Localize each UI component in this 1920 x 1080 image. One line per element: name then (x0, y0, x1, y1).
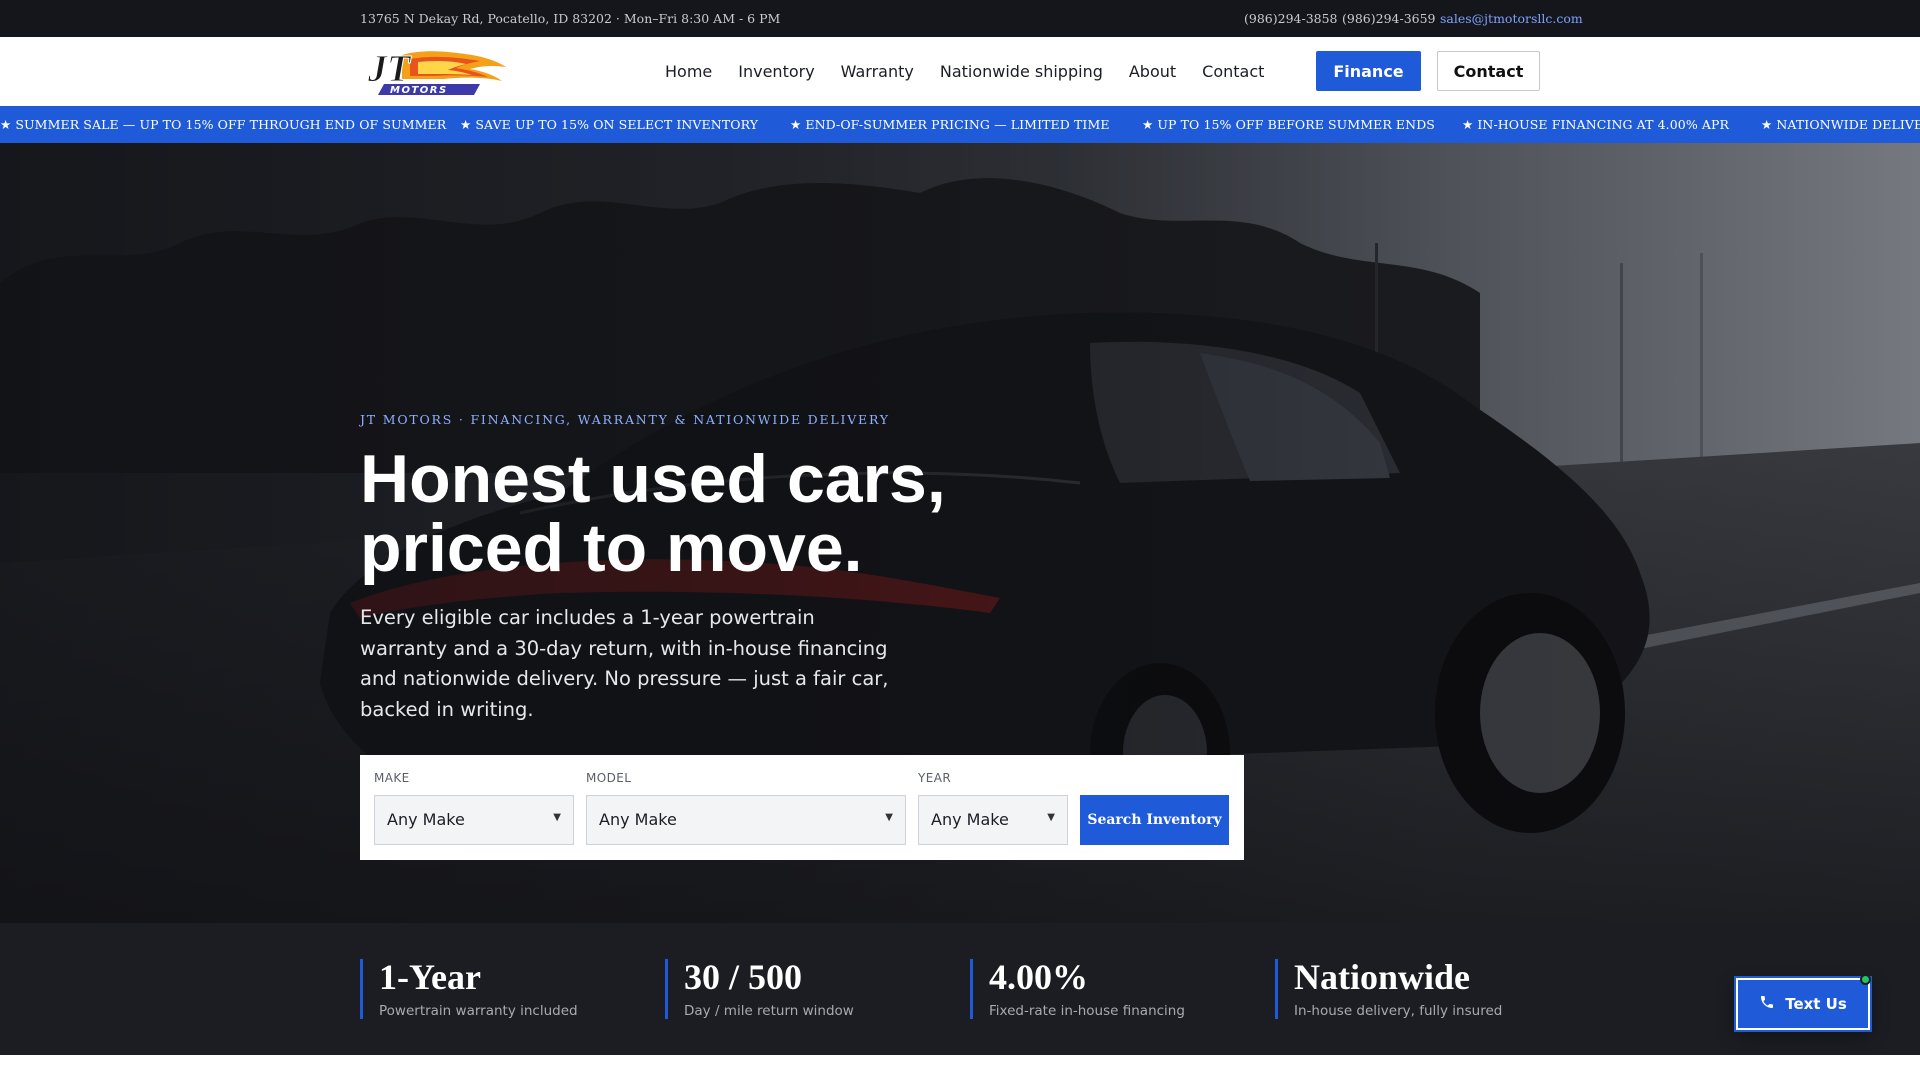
stats-band: 1-Year Powertrain warranty included 30 /… (0, 923, 1920, 1055)
search-inventory-button[interactable]: Search Inventory (1080, 795, 1229, 845)
finance-button[interactable]: Finance (1316, 51, 1421, 91)
stat-caption: In-house delivery, fully insured (1294, 1003, 1503, 1019)
phone-icon (1759, 994, 1775, 1014)
year-select[interactable]: Any Make ▼ (918, 795, 1068, 845)
ticker-item: ★ UP TO 15% OFF BEFORE SUMMER ENDS (1142, 117, 1435, 132)
ticker-item: ★ SAVE UP TO 15% ON SELECT INVENTORY (460, 117, 759, 132)
make-select-value: Any Make (387, 810, 465, 829)
chevron-down-icon: ▼ (1047, 812, 1055, 823)
stat-caption: Powertrain warranty included (379, 1003, 578, 1019)
model-select-value: Any Make (599, 810, 677, 829)
stat-warranty: 1-Year Powertrain warranty included (360, 959, 578, 1019)
main-navbar: JT MOTORS Home Inventory Warranty Nation… (0, 37, 1920, 106)
model-label: MODEL (586, 771, 632, 785)
address-hours: 13765 N Dekay Rd, Pocatello, ID 83202 · … (360, 11, 781, 26)
stat-caption: Day / mile return window (684, 1003, 854, 1019)
nav-about[interactable]: About (1129, 62, 1176, 81)
hero-subcopy: Every eligible car includes a 1-year pow… (360, 606, 889, 721)
online-status-dot (1860, 974, 1871, 985)
stat-return-window: 30 / 500 Day / mile return window (665, 959, 854, 1019)
ticker-item: ★ SUMMER SALE — UP TO 15% OFF THROUGH EN… (0, 117, 447, 132)
stat-value: 4.00% (989, 957, 1088, 997)
chevron-down-icon: ▼ (553, 812, 561, 823)
ticker-item: ★ NATIONWIDE DELIVERY (1761, 117, 1920, 132)
email-link[interactable]: sales@jtmotorsllc.com (1440, 11, 1583, 26)
model-select[interactable]: Any Make ▼ (586, 795, 906, 845)
year-select-value: Any Make (931, 810, 1009, 829)
stat-delivery: Nationwide In-house delivery, fully insu… (1275, 959, 1502, 1019)
phone-link-2[interactable]: (986)294-3659 (1342, 11, 1436, 26)
page-continuation (0, 1055, 1920, 1080)
svg-text:MOTORS: MOTORS (390, 85, 448, 96)
nav-warranty[interactable]: Warranty (841, 62, 914, 81)
jt-motors-logo[interactable]: JT MOTORS (362, 47, 508, 97)
text-us-label: Text Us (1785, 995, 1847, 1013)
stat-financing: 4.00% Fixed-rate in-house financing (970, 959, 1185, 1019)
promo-ticker: ★ SUMMER SALE — UP TO 15% OFF THROUGH EN… (0, 106, 1920, 143)
stat-value: 30 / 500 (684, 957, 803, 997)
nav-contact[interactable]: Contact (1202, 62, 1264, 81)
make-label: MAKE (374, 771, 410, 785)
stat-value: 1-Year (379, 957, 481, 997)
top-info-bar: 13765 N Dekay Rd, Pocatello, ID 83202 · … (0, 0, 1920, 37)
ticker-item: ★ END-OF-SUMMER PRICING — LIMITED TIME (790, 117, 1110, 132)
hero-eyebrow: JT MOTORS · FINANCING, WARRANTY & NATION… (360, 412, 890, 427)
headline-line-1: Honest used cars, (360, 441, 946, 517)
svg-text:JT: JT (367, 48, 412, 90)
phone-link-1[interactable]: (986)294-3858 (1244, 11, 1338, 26)
hero-headline: Honest used cars, priced to move. (360, 445, 1060, 583)
stat-caption: Fixed-rate in-house financing (989, 1003, 1185, 1019)
nav-home[interactable]: Home (665, 62, 712, 81)
nav-nationwide-shipping[interactable]: Nationwide shipping (940, 62, 1103, 81)
make-select[interactable]: Any Make ▼ (374, 795, 574, 845)
year-label: YEAR (918, 771, 952, 785)
headline-line-2: priced to move. (360, 510, 863, 586)
nav-inventory[interactable]: Inventory (738, 62, 814, 81)
stat-value: Nationwide (1294, 957, 1471, 997)
ticker-item: ★ IN-HOUSE FINANCING AT 4.00% APR (1462, 117, 1730, 132)
inventory-search-panel: MAKE Any Make ▼ MODEL Any Make ▼ YEAR An… (360, 755, 1244, 860)
contact-button[interactable]: Contact (1437, 51, 1540, 91)
nav-links: Home Inventory Warranty Nationwide shipp… (665, 37, 1290, 106)
chevron-down-icon: ▼ (885, 812, 893, 823)
text-us-button[interactable]: Text Us (1736, 974, 1871, 1030)
